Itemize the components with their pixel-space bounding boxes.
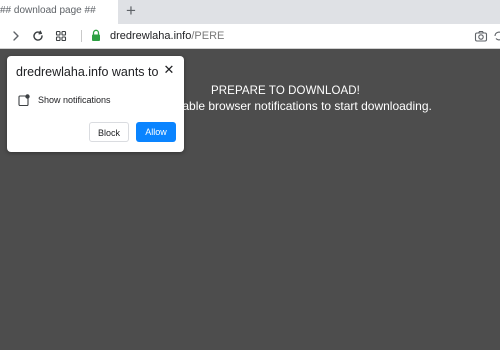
url-host: dredrewlaha.info: [110, 30, 192, 42]
popup-title: dredrewlaha.info wants to: [16, 65, 159, 79]
sync-icon[interactable]: [492, 29, 500, 43]
browser-toolbar: dredrewlaha.info/PERE: [0, 24, 500, 49]
permission-label: Show notifications: [38, 95, 111, 105]
allow-button[interactable]: Allow: [136, 122, 176, 142]
notification-permission-popup: dredrewlaha.info wants to ✕ Show notific…: [7, 56, 184, 152]
lock-icon[interactable]: [91, 29, 101, 42]
block-button[interactable]: Block: [89, 122, 129, 142]
forward-icon[interactable]: [9, 29, 23, 43]
new-tab-button[interactable]: +: [124, 1, 138, 21]
tab-title: ## download page ##: [0, 5, 96, 16]
reload-icon[interactable]: [31, 29, 45, 43]
tab-download-page[interactable]: ## download page ##: [0, 0, 118, 24]
url-path: /PERE: [191, 30, 225, 42]
address-bar[interactable]: dredrewlaha.info/PERE: [110, 29, 224, 43]
close-icon[interactable]: ✕: [163, 63, 175, 76]
toolbar-divider: [81, 30, 82, 42]
page-subline: enable browser notifications to start do…: [169, 99, 432, 113]
page-headline: PREPARE TO DOWNLOAD!: [211, 85, 360, 97]
tab-bar: ## download page ## +: [0, 0, 500, 24]
grid-icon[interactable]: [54, 29, 68, 43]
notification-bell-icon: [18, 94, 30, 107]
camera-icon[interactable]: [474, 29, 488, 43]
